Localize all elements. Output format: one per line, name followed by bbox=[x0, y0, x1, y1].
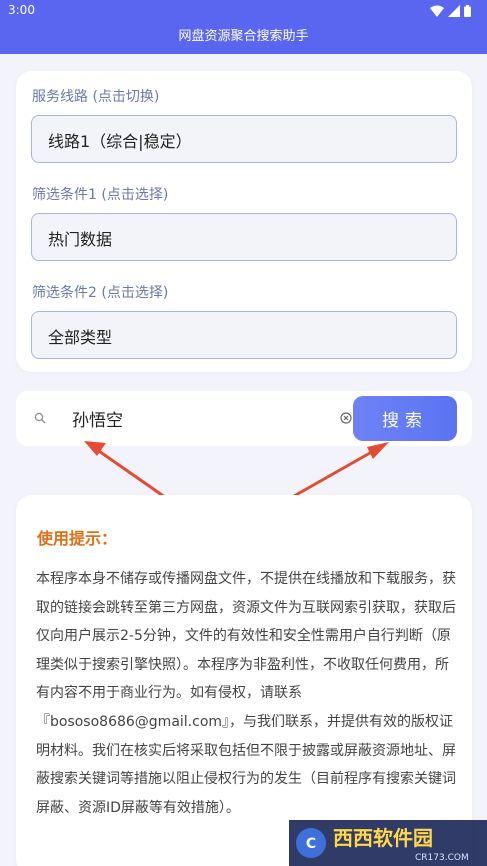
search-icon bbox=[34, 412, 46, 424]
signal-icon bbox=[448, 4, 460, 17]
status-bar: 3:00 bbox=[0, 0, 487, 22]
watermark-logo: C 西西软件园 CR173.COM bbox=[289, 820, 487, 866]
route-selector[interactable]: 线路1（综合|稳定） bbox=[31, 115, 457, 163]
status-icons bbox=[430, 4, 471, 17]
app-title: 网盘资源聚合搜索助手 bbox=[178, 29, 309, 44]
filter1-selector[interactable]: 热门数据 bbox=[31, 213, 457, 261]
tips-body: 本程序本身不储存或传播网盘文件，不提供在线播放和下载服务，获取的链接会跳转至第三… bbox=[36, 571, 456, 816]
clear-circle-icon[interactable] bbox=[340, 412, 352, 424]
search-input[interactable] bbox=[72, 405, 322, 431]
svg-text:C: C bbox=[306, 836, 316, 852]
route-label: 服务线路 (点击切换) bbox=[32, 89, 160, 105]
tips-title: 使用提示： bbox=[37, 529, 118, 548]
red-arrow-icon bbox=[285, 442, 389, 502]
watermark-domain: CR173.COM bbox=[415, 853, 469, 863]
filter2-selector[interactable]: 全部类型 bbox=[31, 311, 457, 359]
search-button[interactable]: 搜索 bbox=[353, 396, 457, 441]
route-value: 线路1（综合|稳定） bbox=[48, 132, 192, 151]
filter2-value: 全部类型 bbox=[48, 328, 113, 347]
filter1-value: 热门数据 bbox=[48, 230, 113, 249]
app-bar: 网盘资源聚合搜索助手 bbox=[0, 22, 487, 54]
watermark-brand: 西西软件园 bbox=[333, 826, 433, 850]
filter2-label: 筛选条件2 (点击选择) bbox=[32, 285, 169, 301]
filter1-label: 筛选条件1 (点击选择) bbox=[32, 187, 169, 203]
wifi-icon bbox=[430, 5, 444, 17]
status-time: 3:00 bbox=[8, 3, 35, 17]
battery-icon bbox=[464, 4, 471, 17]
